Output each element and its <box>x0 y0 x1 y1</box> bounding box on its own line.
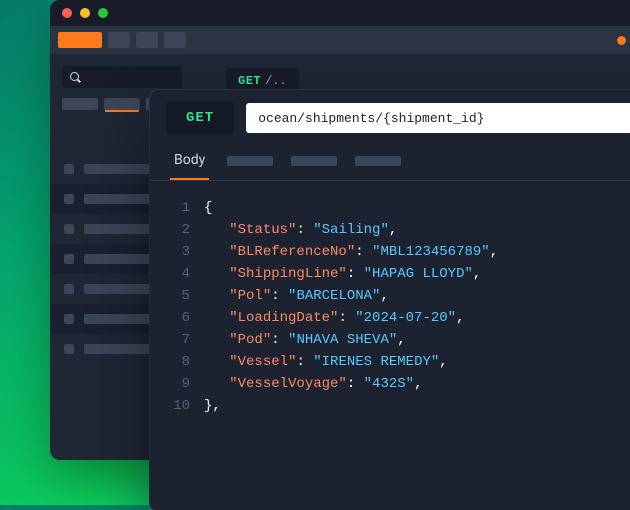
tab-body[interactable]: Body <box>170 142 209 180</box>
search-icon <box>70 72 80 82</box>
window-zoom-dot[interactable] <box>98 8 108 18</box>
sidebar-item-label <box>84 344 154 354</box>
sidebar-item-label <box>84 284 154 294</box>
titlebar <box>50 0 630 26</box>
http-method-label: GET <box>238 74 261 88</box>
filter-tab[interactable] <box>104 98 140 110</box>
tab-placeholder[interactable] <box>355 156 401 166</box>
window-minimize-dot[interactable] <box>80 8 90 18</box>
sidebar-item-label <box>84 194 154 204</box>
http-method-chip: GET <box>166 102 234 134</box>
sidebar-item-icon <box>64 164 74 174</box>
app-tab[interactable] <box>136 32 158 48</box>
response-window: GET ocean/shipments/{shipment_id} Body 1… <box>150 90 630 510</box>
sidebar-item-label <box>84 224 154 234</box>
sidebar-item-icon <box>64 344 74 354</box>
endpoint-url-input[interactable]: ocean/shipments/{shipment_id} <box>246 103 630 133</box>
sidebar-item-icon <box>64 194 74 204</box>
pager-dot[interactable] <box>617 36 626 45</box>
response-body: 12345678910 { "Status": "Sailing", "BLRe… <box>150 181 630 437</box>
app-tab[interactable] <box>164 32 186 48</box>
path-preview: /.. <box>265 74 287 88</box>
filter-tab[interactable] <box>62 98 98 110</box>
window-close-dot[interactable] <box>62 8 72 18</box>
sidebar-item-label <box>84 314 154 324</box>
pager-dots <box>617 36 630 45</box>
app-tab[interactable] <box>108 32 130 48</box>
tab-placeholder[interactable] <box>227 156 273 166</box>
json-code: { "Status": "Sailing", "BLReferenceNo": … <box>204 197 630 417</box>
sidebar-item-icon <box>64 254 74 264</box>
tab-placeholder[interactable] <box>291 156 337 166</box>
tab-bar <box>50 26 630 54</box>
line-number-gutter: 12345678910 <box>150 197 204 417</box>
app-tab[interactable] <box>58 32 102 48</box>
sidebar-item-icon <box>64 224 74 234</box>
sidebar-item-label <box>84 254 154 264</box>
sidebar-item-label <box>84 164 154 174</box>
response-tabs: Body <box>150 142 630 181</box>
search-input[interactable] <box>62 66 182 88</box>
endpoint-bar: GET ocean/shipments/{shipment_id} <box>150 90 630 142</box>
sidebar-item-icon <box>64 314 74 324</box>
sidebar-item-icon <box>64 284 74 294</box>
